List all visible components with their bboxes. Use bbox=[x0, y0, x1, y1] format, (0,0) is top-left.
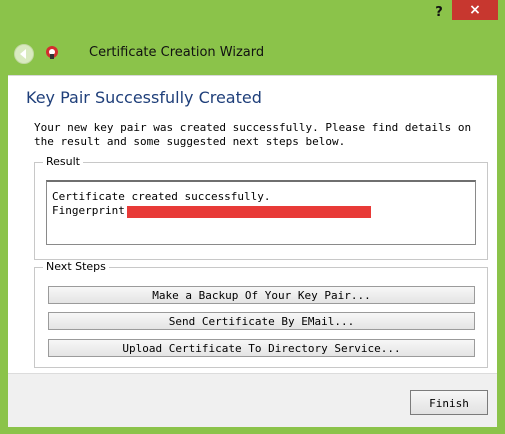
wizard-window: ? × Certificate Creation Wizard Key Pair… bbox=[0, 0, 505, 434]
upload-certificate-directory-button[interactable]: Upload Certificate To Directory Service.… bbox=[48, 339, 475, 357]
back-arrow-icon[interactable] bbox=[14, 44, 34, 64]
finish-button[interactable]: Finish bbox=[410, 390, 488, 415]
title-bar: ? × bbox=[0, 0, 505, 28]
backup-key-pair-button[interactable]: Make a Backup Of Your Key Pair... bbox=[48, 286, 475, 304]
help-button[interactable]: ? bbox=[430, 4, 448, 22]
close-button[interactable]: × bbox=[452, 0, 498, 20]
page-description: Your new key pair was created successful… bbox=[34, 121, 472, 148]
result-line-status: Certificate created successfully. bbox=[52, 190, 271, 203]
certificate-app-icon-svg bbox=[46, 46, 58, 59]
result-group: Result Certificate created successfully.… bbox=[34, 155, 488, 260]
fingerprint-redaction-bar bbox=[127, 206, 371, 218]
next-steps-group: Next Steps Make a Backup Of Your Key Pai… bbox=[34, 260, 488, 368]
certificate-app-icon bbox=[44, 45, 60, 61]
result-line-fingerprint-label: Fingerprint: bbox=[52, 204, 132, 217]
send-certificate-email-button[interactable]: Send Certificate By EMail... bbox=[48, 312, 475, 330]
page-title: Key Pair Successfully Created bbox=[26, 88, 262, 107]
result-legend: Result bbox=[43, 155, 83, 168]
result-textbox[interactable]: Certificate created successfully. Finger… bbox=[46, 180, 476, 245]
window-title: Certificate Creation Wizard bbox=[89, 45, 265, 60]
wizard-header: Certificate Creation Wizard bbox=[8, 30, 497, 75]
next-steps-legend: Next Steps bbox=[43, 260, 109, 273]
